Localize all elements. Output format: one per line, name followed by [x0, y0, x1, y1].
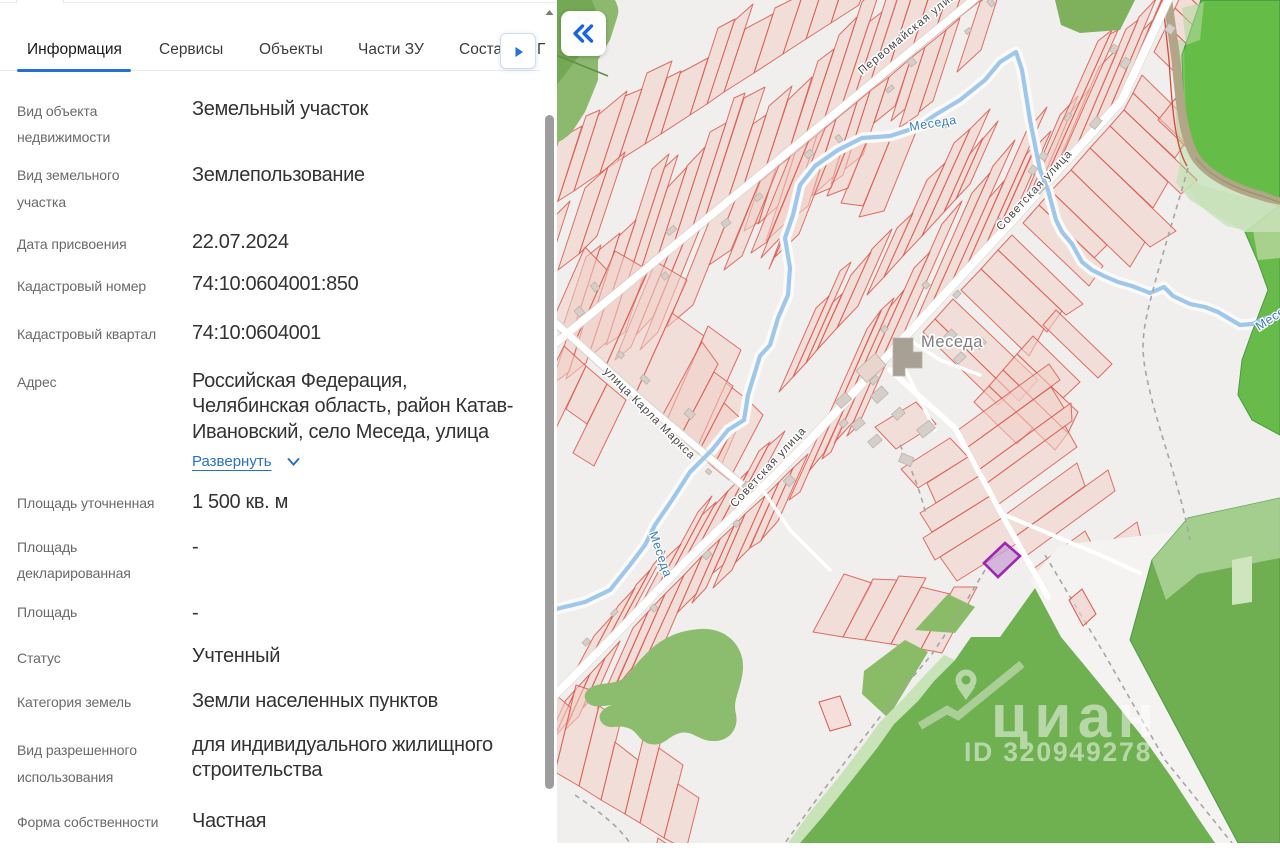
svg-text:Меседа: Меседа	[921, 333, 983, 351]
svg-text:ID 320949278: ID 320949278	[964, 737, 1152, 767]
